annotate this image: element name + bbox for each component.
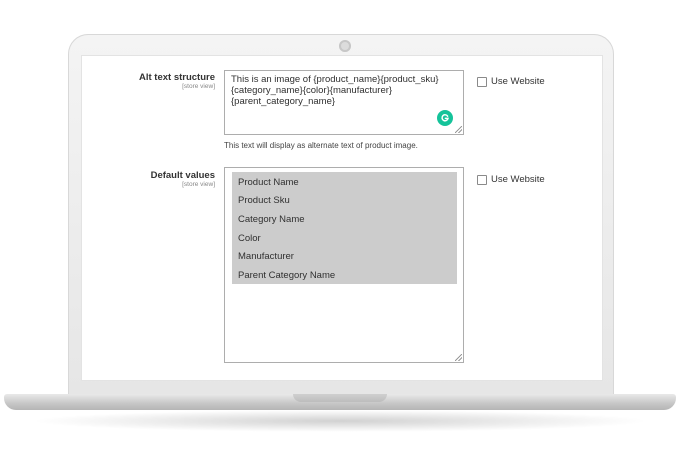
alt-text-use-website-label: Use Website — [491, 76, 545, 87]
default-values-selected-block — [232, 172, 457, 284]
alt-text-line-2: {category_name}{color}{manufacturer} — [231, 85, 393, 96]
option-product-name[interactable]: Product Name — [238, 177, 299, 188]
default-values-label: Default values — [150, 170, 215, 181]
default-values-scope: [store view] — [182, 181, 215, 188]
default-values-resize-handle[interactable] — [455, 354, 462, 361]
alt-text-note: This text will display as alternate text… — [224, 141, 418, 150]
laptop-shadow — [30, 410, 650, 432]
alt-text-line-1: This is an image of {product_name}{produ… — [231, 74, 439, 85]
default-values-use-website-checkbox[interactable] — [477, 175, 487, 185]
option-parent-category-name[interactable]: Parent Category Name — [238, 270, 335, 281]
laptop-notch — [293, 394, 387, 402]
alt-text-textarea[interactable]: This is an image of {product_name}{produ… — [224, 70, 464, 135]
option-product-sku[interactable]: Product Sku — [238, 195, 290, 206]
grammarly-icon[interactable] — [437, 110, 453, 126]
grammarly-g-glyph — [441, 114, 449, 122]
alt-text-resize-handle[interactable] — [455, 126, 462, 133]
alt-text-label: Alt text structure — [138, 72, 215, 83]
alt-text-scope: [store view] — [182, 83, 215, 90]
alt-text-line-3: {parent_category_name} — [231, 96, 336, 107]
option-color[interactable]: Color — [238, 233, 261, 244]
alt-text-use-website-checkbox[interactable] — [477, 77, 487, 87]
camera-icon — [339, 40, 351, 52]
option-category-name[interactable]: Category Name — [238, 214, 305, 225]
default-values-use-website-label: Use Website — [491, 174, 545, 185]
option-manufacturer[interactable]: Manufacturer — [238, 251, 294, 262]
